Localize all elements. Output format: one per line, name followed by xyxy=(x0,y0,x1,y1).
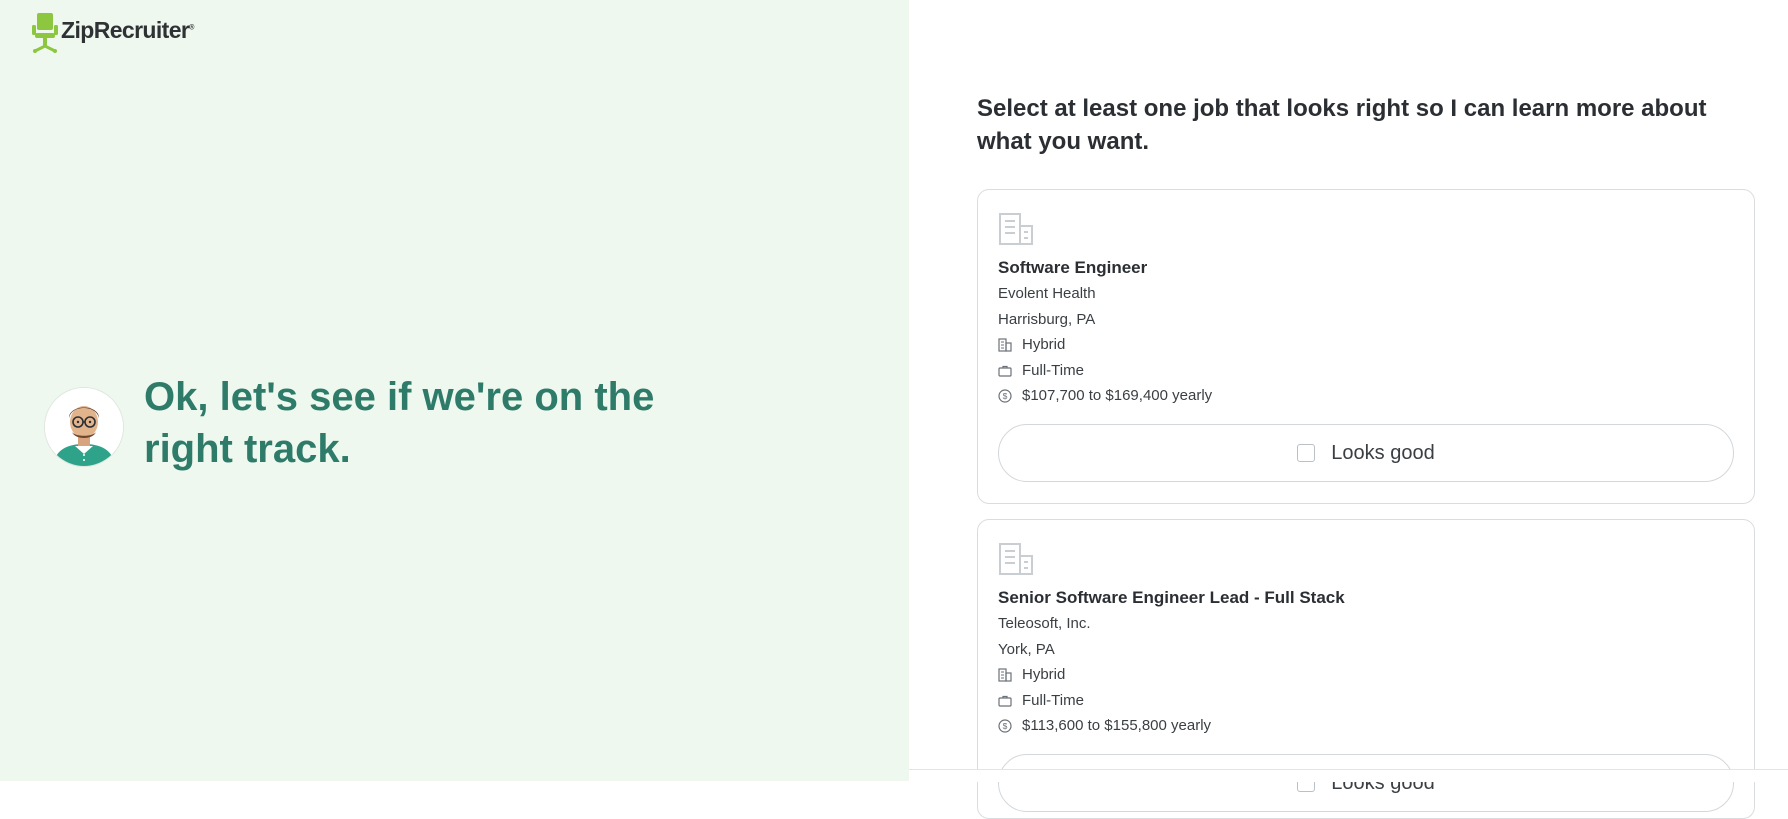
looks-good-label: Looks good xyxy=(1331,441,1435,464)
bottom-bar xyxy=(909,769,1788,782)
building-small-icon xyxy=(998,667,1012,682)
salary: $ $107,700 to $169,400 yearly xyxy=(998,387,1212,404)
brand-wordmark: ZipRecruiter® xyxy=(61,16,194,43)
employment-type-label: Full-Time xyxy=(1022,362,1084,379)
ziprecruiter-logo[interactable]: ZipRecruiter® xyxy=(32,13,194,53)
building-small-icon xyxy=(998,337,1012,352)
salary-label: $107,700 to $169,400 yearly xyxy=(1022,387,1213,404)
dollar-circle-icon: $ xyxy=(998,388,1012,403)
company-name: Teleosoft, Inc. xyxy=(998,615,1091,632)
job-title[interactable]: Software Engineer xyxy=(998,258,1147,278)
looks-good-button[interactable]: Looks good xyxy=(998,754,1734,812)
work-model-label: Hybrid xyxy=(1022,666,1066,683)
chair-logo-icon xyxy=(32,13,58,53)
looks-good-button[interactable]: Looks good xyxy=(998,424,1734,482)
briefcase-icon xyxy=(998,695,1012,707)
building-icon xyxy=(999,213,1033,245)
briefcase-icon xyxy=(998,365,1012,377)
job-card: Software Engineer Evolent Health Harrisb… xyxy=(977,189,1755,504)
job-location: York, PA xyxy=(998,641,1055,658)
looks-good-checkbox[interactable] xyxy=(1297,444,1316,462)
work-model: Hybrid xyxy=(998,336,1065,353)
salary-label: $113,600 to $155,800 yearly xyxy=(1022,717,1212,734)
salary: $ $113,600 to $155,800 yearly xyxy=(998,717,1211,734)
employment-type-label: Full-Time xyxy=(1022,692,1084,709)
selection-prompt: Select at least one job that looks right… xyxy=(977,95,1707,155)
left-pane: ZipRecruiter® Ok, let's see if we're on … xyxy=(0,0,909,781)
dollar-circle-icon: $ xyxy=(998,718,1012,733)
right-pane: Select at least one job that looks right… xyxy=(909,0,1788,819)
headline: Ok, let's see if we're on the right trac… xyxy=(144,375,655,471)
employment-type: Full-Time xyxy=(998,692,1084,709)
company-name: Evolent Health xyxy=(998,285,1096,302)
work-model-label: Hybrid xyxy=(1022,336,1066,353)
job-title[interactable]: Senior Software Engineer Lead - Full Sta… xyxy=(998,588,1345,608)
avatar-illustration xyxy=(45,388,123,466)
work-model: Hybrid xyxy=(998,666,1065,683)
assistant-avatar xyxy=(44,387,124,467)
building-icon xyxy=(999,543,1033,575)
employment-type: Full-Time xyxy=(998,362,1084,379)
job-location: Harrisburg, PA xyxy=(998,311,1096,328)
svg-text:$: $ xyxy=(1003,721,1008,731)
svg-text:$: $ xyxy=(1003,391,1008,401)
